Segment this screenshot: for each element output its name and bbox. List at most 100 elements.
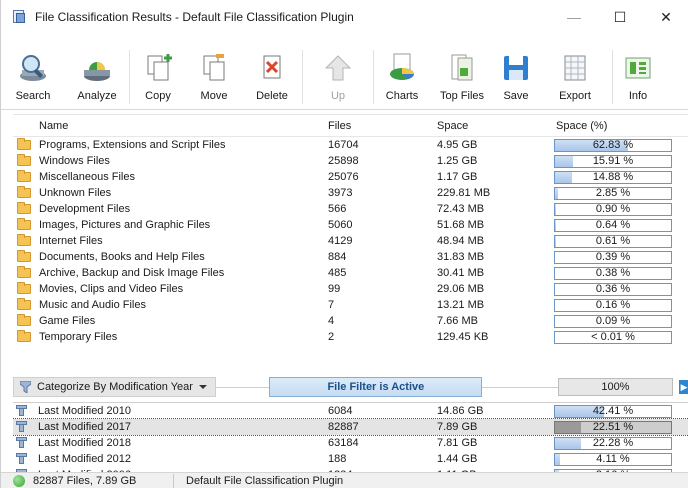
filter-bar: Categorize By Modification Year File Fil… <box>13 376 688 398</box>
export-button[interactable]: Export <box>538 40 612 110</box>
delete-button[interactable]: Delete <box>242 40 302 110</box>
status-files-summary: 82887 Files, 7.89 GB <box>33 474 137 487</box>
file-filter-status-button[interactable]: File Filter is Active <box>269 377 483 397</box>
space-cell: 51.68 MB <box>437 219 485 231</box>
move-button[interactable]: Move <box>186 40 242 110</box>
files-cell: 25898 <box>328 155 359 167</box>
space-pct-cell: 0.09 % <box>554 314 676 328</box>
charts-icon <box>386 52 418 84</box>
files-cell: 4129 <box>328 235 353 247</box>
space-pct-text: 42.41 % <box>592 404 634 417</box>
space-pct-bar: 42.41 % <box>554 404 672 418</box>
space-cell: 13.21 MB <box>437 299 485 311</box>
name-cell: Music and Audio Files <box>13 298 328 311</box>
table-row[interactable]: Archive, Backup and Disk Image Files 485 3… <box>13 265 688 281</box>
copy-button[interactable]: Copy <box>130 40 186 110</box>
space-pct-cell: 0.64 % <box>554 218 676 232</box>
analyze-button[interactable]: Analyze <box>65 40 129 110</box>
categorize-dropdown[interactable]: Categorize By Modification Year <box>13 377 216 397</box>
category-name: Last Modified 2012 <box>38 453 131 465</box>
category-name: Archive, Backup and Disk Image Files <box>39 267 225 279</box>
space-pct-text: 14.88 % <box>592 170 634 183</box>
list-item[interactable]: Last Modified 2017 82887 7.89 GB 22.51 % <box>13 418 688 436</box>
categorize-label: Categorize By Modification Year <box>37 381 193 393</box>
save-button[interactable]: Save <box>494 40 538 110</box>
close-button[interactable]: ✕ <box>643 0 688 34</box>
space-cell: 14.86 GB <box>437 405 484 417</box>
space-pct-bar: 0.09 % <box>554 314 672 328</box>
charts-button[interactable]: Charts <box>374 40 430 110</box>
table-row[interactable]: Programs, Extensions and Script Files 167… <box>13 137 688 153</box>
space-pct-text: < 0.01 % <box>591 330 635 343</box>
folder-icon <box>17 202 31 214</box>
space-pct-cell: 15.91 % <box>554 154 676 168</box>
table-body: Programs, Extensions and Script Files 167… <box>13 137 688 345</box>
folder-icon <box>17 186 31 198</box>
name-cell: Unknown Files <box>13 186 328 199</box>
maximize-button[interactable]: ☐ <box>597 0 643 34</box>
search-button[interactable]: Search <box>1 40 65 110</box>
space-cell: 48.94 MB <box>437 235 485 247</box>
filter-icon <box>16 437 28 449</box>
table-row[interactable]: Game Files 4 7.66 MB 0.09 % <box>13 313 688 329</box>
space-pct-text: 0.38 % <box>595 266 631 279</box>
table-row[interactable]: Temporary Files 2 129.45 KB < 0.01 % <box>13 329 688 345</box>
folder-icon <box>17 282 31 294</box>
filter-icon <box>16 453 28 465</box>
column-header-space[interactable]: Space <box>437 120 554 132</box>
column-header-name[interactable]: Name <box>13 120 328 132</box>
files-cell: 16704 <box>328 139 359 151</box>
table-row[interactable]: Movies, Clips and Video Files 99 29.06 MB 0… <box>13 281 688 297</box>
column-header-space-pct[interactable]: Space (%) <box>554 120 676 132</box>
folder-icon <box>17 330 31 342</box>
charts-label: Charts <box>385 90 419 102</box>
column-header-files[interactable]: Files <box>328 120 437 132</box>
space-pct-cell: 2.85 % <box>554 186 676 200</box>
folder-icon <box>17 154 31 166</box>
list-item[interactable]: Last Modified 2012 188 1.44 GB 4.11 % <box>13 451 688 467</box>
space-pct-cell: 0.36 % <box>554 282 676 296</box>
category-name: Last Modified 2018 <box>38 437 131 449</box>
space-pct-bar: 62.83 % <box>554 138 672 152</box>
export-label: Export <box>559 90 591 102</box>
files-cell: 6084 <box>328 405 353 417</box>
table-row[interactable]: Music and Audio Files 7 13.21 MB 0.16 % <box>13 297 688 313</box>
category-name: Documents, Books and Help Files <box>39 251 205 263</box>
table-row[interactable]: Miscellaneous Files 25076 1.17 GB 14.88 % <box>13 169 688 185</box>
app-window: File Classification Results - Default Fi… <box>0 0 688 488</box>
analyze-label: Analyze <box>77 90 117 102</box>
list-item[interactable]: Last Modified 2018 63184 7.81 GB 22.28 % <box>13 435 688 451</box>
category-name: Development Files <box>39 203 131 215</box>
space-pct-text: 0.09 % <box>595 314 631 327</box>
table-row[interactable]: Unknown Files 3973 229.81 MB 2.85 % <box>13 185 688 201</box>
space-pct-bar: 0.38 % <box>554 266 672 280</box>
space-pct-bar: 4.11 % <box>554 452 672 466</box>
minimize-button[interactable]: — <box>551 0 597 34</box>
space-pct-text: 0.90 % <box>595 202 631 215</box>
next-arrow-button[interactable]: ▶ <box>679 380 688 394</box>
filter-icon <box>16 405 28 417</box>
toolbar: Search Analyze Copy Move Delete Up Chart… <box>1 40 688 110</box>
space-pct-cell: 62.83 % <box>554 138 676 152</box>
up-button[interactable]: Up <box>303 40 373 110</box>
category-name: Unknown Files <box>39 187 112 199</box>
list-item[interactable]: Last Modified 2010 6084 14.86 GB 42.41 % <box>13 403 688 419</box>
table-row[interactable]: Internet Files 4129 48.94 MB 0.61 % <box>13 233 688 249</box>
title-bar[interactable]: File Classification Results - Default Fi… <box>1 0 688 34</box>
export-icon <box>559 52 591 84</box>
table-row[interactable]: Images, Pictures and Graphic Files 5060 51… <box>13 217 688 233</box>
files-cell: 99 <box>328 283 341 295</box>
table-row[interactable]: Windows Files 25898 1.25 GB 15.91 % <box>13 153 688 169</box>
up-label: Up <box>330 90 346 102</box>
top-files-button[interactable]: Top Files <box>430 40 494 110</box>
app-icon <box>11 9 27 25</box>
space-cell: 1.25 GB <box>437 155 478 167</box>
folder-icon <box>17 314 31 326</box>
analyze-icon <box>81 52 113 84</box>
space-pct-text: 22.28 % <box>592 436 634 449</box>
table-row[interactable]: Development Files 566 72.43 MB 0.90 % <box>13 201 688 217</box>
window-title: File Classification Results - Default Fi… <box>35 10 354 24</box>
info-button[interactable]: Info <box>613 40 663 110</box>
space-pct-cell: 14.88 % <box>554 170 676 184</box>
table-row[interactable]: Documents, Books and Help Files 884 31.83 … <box>13 249 688 265</box>
